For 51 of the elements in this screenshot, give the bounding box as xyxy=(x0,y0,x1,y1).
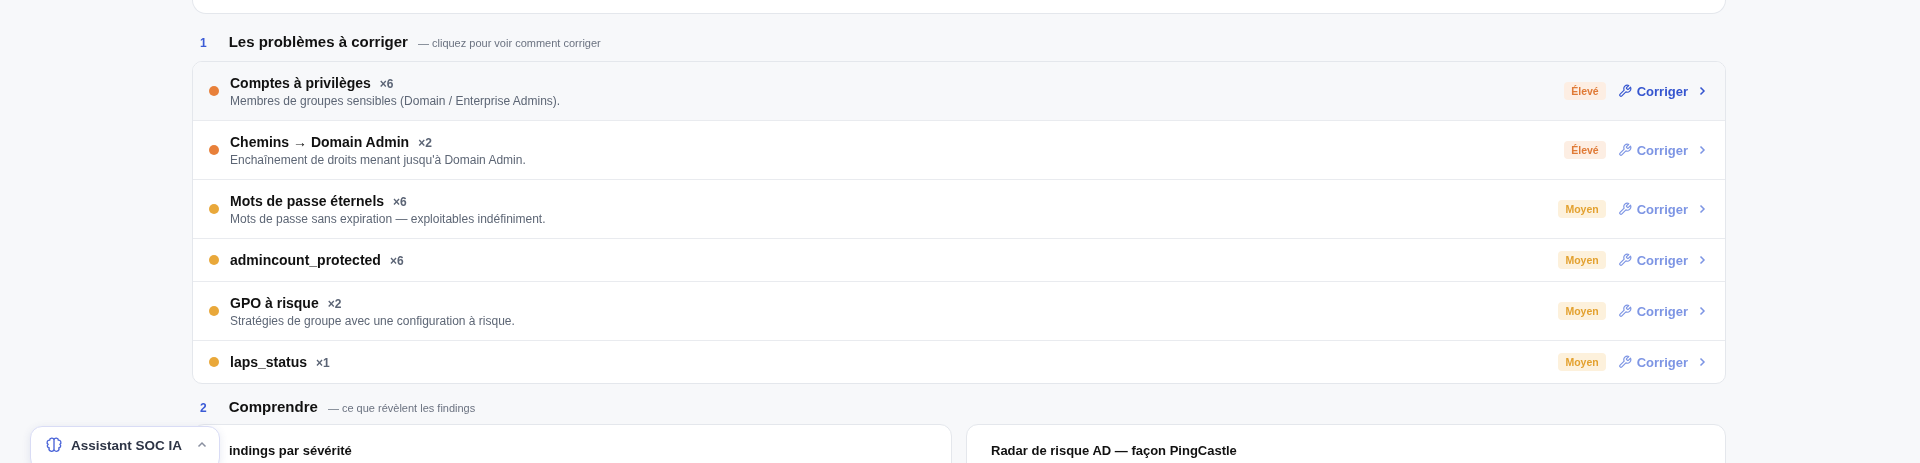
brain-icon xyxy=(45,436,63,454)
count-label: ×6 xyxy=(379,76,394,91)
problem-description: Membres de groupes sensibles (Domain / Enterprise Admins). xyxy=(230,93,562,108)
section-hint: — ce que révèlent les findings xyxy=(327,402,476,414)
wrench-icon xyxy=(1617,355,1632,369)
problem-description: Stratégies de groupe avec une configuration à risque. xyxy=(230,313,516,328)
severity-badge: Élevé xyxy=(1564,82,1606,100)
section-hint: — cliquez pour voir comment corriger xyxy=(417,37,601,49)
section-number: 1 xyxy=(200,36,207,50)
severity-badge: Élevé xyxy=(1564,141,1606,159)
chevron-right-icon xyxy=(1697,86,1707,96)
count-label: ×6 xyxy=(393,194,407,209)
section-title: Comprendre xyxy=(228,398,318,415)
problem-row[interactable]: Comptes à privilèges ×6 Membres de groupes sensibles (Domain / Enterprise Admins). Élevé Corriger xyxy=(193,62,1725,120)
card-title: indings par sévérité xyxy=(229,443,352,458)
chevron-right-icon xyxy=(1697,357,1707,367)
problem-description: Enchaînement de droits menant jusqu'à Domain Admin. xyxy=(230,152,527,167)
section-title: Les problèmes à corriger xyxy=(228,33,408,50)
problem-title: Mots de passe éternels xyxy=(230,192,385,209)
problem-title: Chemins → Domain Admin xyxy=(230,133,410,150)
count-label: ×1 xyxy=(316,356,330,370)
problem-title: Comptes à privilèges xyxy=(230,74,371,91)
wrench-icon xyxy=(1617,202,1632,216)
wrench-icon xyxy=(1617,143,1632,157)
wrench-icon xyxy=(1617,84,1632,98)
chevron-right-icon xyxy=(1697,255,1707,265)
chevron-right-icon xyxy=(1697,204,1707,214)
problem-row[interactable]: admincount_protected ×6 Moyen Corriger xyxy=(193,238,1725,281)
fix-link[interactable]: Corriger xyxy=(1617,81,1707,101)
count-label: ×6 xyxy=(389,254,404,268)
severity-badge: Moyen xyxy=(1558,302,1606,320)
problem-description: Mots de passe sans expiration — exploitables indéfiniment. xyxy=(230,211,547,226)
problem-row[interactable]: Chemins → Domain Admin ×2 Enchaînement de droits menant jusqu'à Domain Admin. Élevé Corriger xyxy=(193,120,1725,179)
chevron-right-icon xyxy=(1697,145,1707,155)
assistant-button[interactable]: Assistant SOC IA xyxy=(30,426,220,463)
problem-title: laps_status xyxy=(230,354,308,370)
problem-row[interactable]: Mots de passe éternels ×6 Mots de passe sans expiration — exploitables indéfiniment. Moyen Corriger xyxy=(193,179,1725,238)
problem-row[interactable]: laps_status ×1 Moyen Corriger xyxy=(193,340,1725,383)
problem-title: GPO à risque xyxy=(230,294,319,311)
chevron-right-icon xyxy=(1697,306,1707,316)
card-title: Radar de risque AD — façon PingCastle xyxy=(991,443,1237,458)
severity-badge: Moyen xyxy=(1558,251,1606,269)
problem-row[interactable]: GPO à risque ×2 Stratégies de groupe avec une configuration à risque. Moyen Corriger xyxy=(193,281,1725,340)
problem-title: admincount_protected xyxy=(230,252,381,268)
severity-badge: Moyen xyxy=(1558,200,1606,218)
count-label: ×2 xyxy=(327,296,342,311)
wrench-icon xyxy=(1617,253,1632,267)
section-number: 2 xyxy=(200,401,207,415)
wrench-icon xyxy=(1617,304,1632,318)
severity-badge: Moyen xyxy=(1558,353,1606,371)
count-label: ×2 xyxy=(418,135,432,150)
